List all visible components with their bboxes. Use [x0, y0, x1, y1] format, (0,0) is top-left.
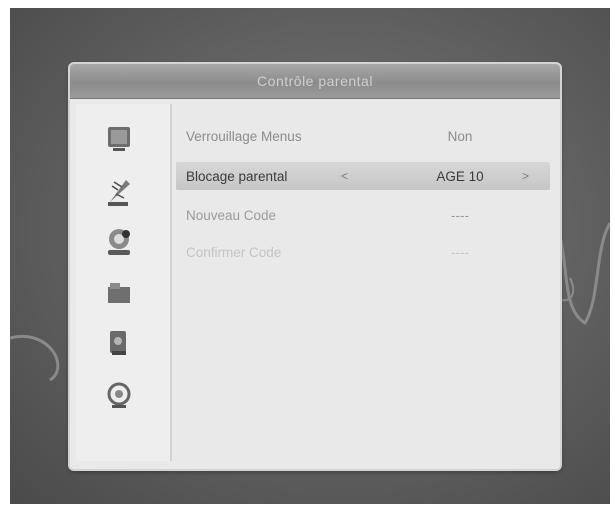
- parental-block-value: AGE 10: [436, 168, 484, 184]
- tv-icon[interactable]: [102, 122, 136, 156]
- parental-control-dialog: Contrôle parental Verrouillage Menus Non…: [70, 64, 560, 469]
- settings-list: Verrouillage Menus Non Blocage parental …: [176, 104, 550, 461]
- dialog-titlebar: Contrôle parental: [70, 64, 560, 99]
- parental-block-row[interactable]: Blocage parental < AGE 10 >: [176, 162, 550, 190]
- dialog-title: Contrôle parental: [257, 73, 373, 89]
- menu-lock-row[interactable]: Verrouillage Menus Non: [176, 122, 550, 150]
- new-code-value: ----: [451, 207, 469, 223]
- confirm-code-value: ----: [451, 244, 469, 260]
- right-arrow-icon[interactable]: >: [522, 169, 529, 183]
- menu-lock-label: Verrouillage Menus: [186, 128, 302, 144]
- game-icon[interactable]: [102, 326, 136, 360]
- confirm-code-label: Confirmer Code: [186, 244, 282, 260]
- left-arrow-icon[interactable]: <: [341, 169, 348, 183]
- confirm-code-row[interactable]: Confirmer Code ----: [176, 238, 550, 266]
- parental-block-label: Blocage parental: [186, 168, 288, 184]
- tv-screen: Contrôle parental Verrouillage Menus Non…: [10, 8, 610, 504]
- media-player-icon[interactable]: [102, 378, 136, 412]
- menu-lock-value: Non: [447, 128, 473, 144]
- menu-sidebar: [76, 104, 172, 461]
- satellite-dish-icon[interactable]: [102, 174, 136, 208]
- new-code-label: Nouveau Code: [186, 207, 277, 223]
- folder-icon[interactable]: [102, 276, 136, 310]
- system-settings-icon[interactable]: [102, 224, 136, 258]
- new-code-row[interactable]: Nouveau Code ----: [176, 201, 550, 229]
